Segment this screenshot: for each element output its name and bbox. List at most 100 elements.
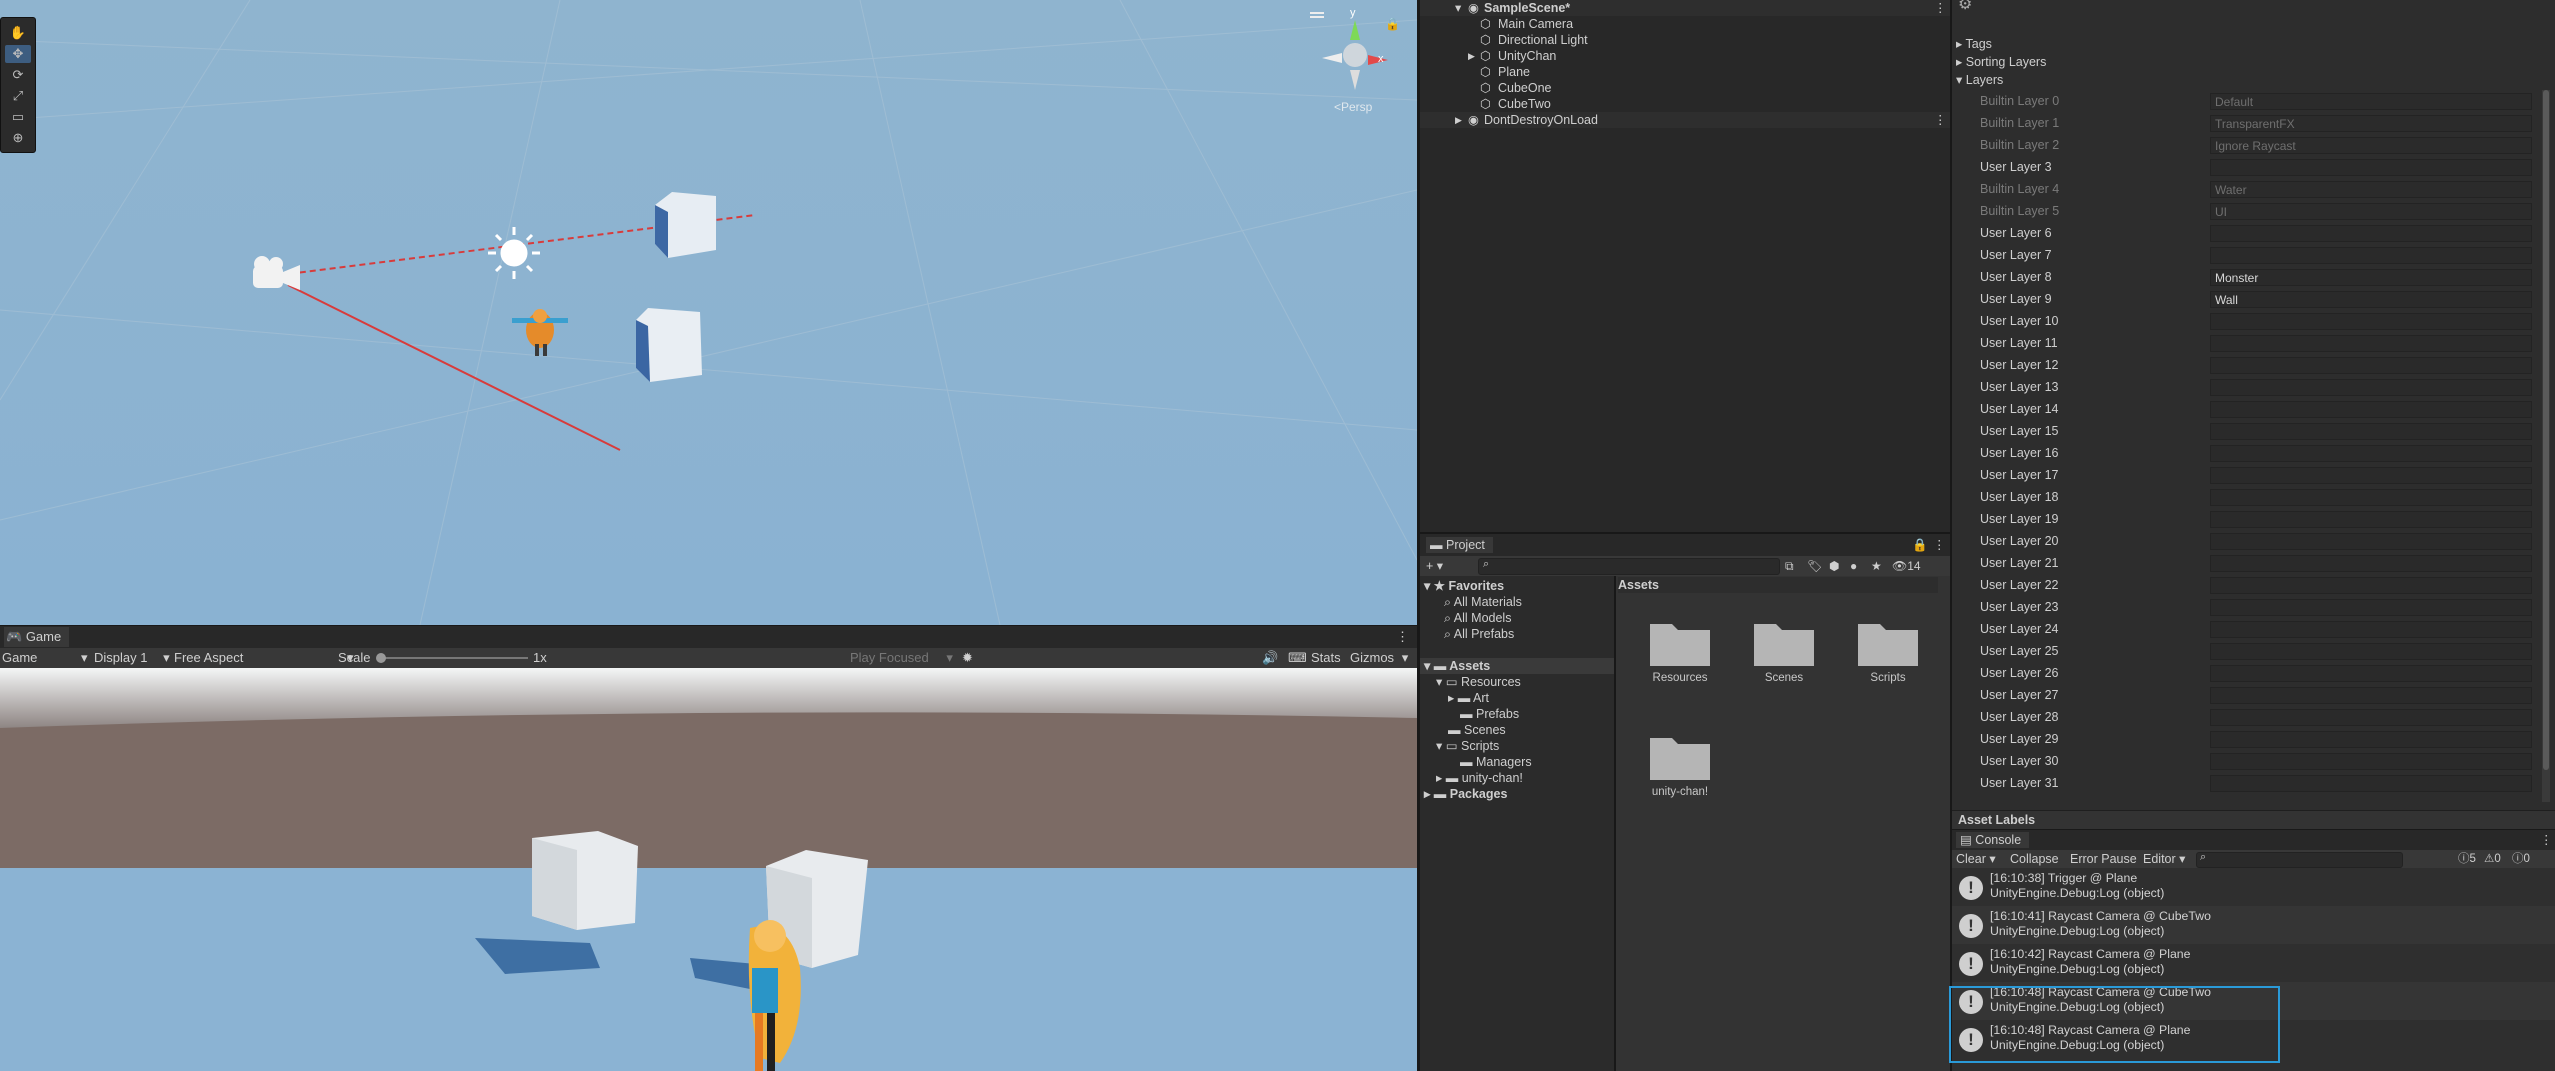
layer-name-field[interactable] (2210, 577, 2532, 594)
hand-tool-icon[interactable]: ✋ (5, 24, 31, 42)
tree-managers[interactable]: ▬ Managers (1460, 754, 1532, 770)
asset-folder-unitychan[interactable]: unity-chan! (1632, 730, 1728, 810)
layer-name-field[interactable] (2210, 467, 2532, 484)
layer-name-field[interactable]: Monster (2210, 269, 2532, 286)
favorite-star-icon[interactable]: ★ (1871, 558, 1882, 574)
layer-name-field[interactable] (2210, 423, 2532, 440)
dontdestroyonload-row[interactable]: ▶ ◉ DontDestroyOnLoad ⋮ (1420, 112, 1950, 128)
move-tool-icon[interactable]: ✥ (5, 45, 31, 63)
search-by-tag-icon[interactable]: ⬢ (1829, 558, 1839, 574)
aspect-dropdown[interactable]: Free Aspect ▾ (174, 648, 354, 668)
audio-mute-icon[interactable]: 🔊 (1262, 648, 1278, 668)
editor-dropdown[interactable]: Editor ▾ (2143, 851, 2185, 867)
inspector-scrollbar[interactable] (2542, 90, 2550, 802)
more-menu-icon[interactable]: ⋮ (2540, 832, 2553, 848)
tab-game[interactable]: 🎮 Game (4, 627, 70, 647)
layer-name-field[interactable] (2210, 489, 2532, 506)
tree-scenes[interactable]: ▬ Scenes (1448, 722, 1506, 738)
tab-project[interactable]: ▬ Project (1426, 537, 1493, 553)
projection-label[interactable]: <Persp (1334, 100, 1372, 114)
layers-foldout[interactable]: ▾ Layers (1956, 72, 2003, 88)
scene-view[interactable]: x y 🔒 ✋ ✥ ⟳ ⤢ ▭ ⊕ <Persp (0, 0, 1417, 625)
hierarchy-item-directional-light[interactable]: ⬡ Directional Light (1420, 32, 1950, 48)
layer-name-field[interactable] (2210, 665, 2532, 682)
layer-name-field[interactable] (2210, 555, 2532, 572)
console-log-entry[interactable]: ! [16:10:42] Raycast Camera @ Plane UnityE… (1952, 944, 2555, 982)
layer-name-field[interactable] (2210, 401, 2532, 418)
layer-name-field[interactable] (2210, 753, 2532, 770)
console-search-input[interactable]: ⌕ (2196, 851, 2403, 868)
expand-arrow-icon[interactable]: ▶ (1455, 112, 1462, 128)
game-viewport[interactable] (0, 668, 1417, 1071)
tree-assets[interactable]: ▾ ▬ Assets (1420, 658, 1614, 674)
hierarchy-item-cubeone[interactable]: ⬡ CubeOne (1420, 80, 1950, 96)
error-pause-toggle[interactable]: Error Pause (2070, 851, 2137, 867)
play-focused-dropdown[interactable]: Play Focused ▾ (850, 648, 953, 668)
keyboard-icon[interactable]: ⌨ (1288, 648, 1307, 668)
search-by-label-icon[interactable]: 🏷 (1807, 558, 1822, 574)
layer-name-field[interactable] (2210, 379, 2532, 396)
expand-arrow-icon[interactable]: ▶ (1468, 48, 1475, 64)
layer-name-field[interactable] (2210, 357, 2532, 374)
more-menu-icon[interactable]: ⋮ (1933, 537, 1946, 553)
layer-name-field[interactable]: Wall (2210, 291, 2532, 308)
log-count-toggle[interactable]: ⓘ5 (2458, 851, 2476, 867)
scene-row[interactable]: ▾ ◉ SampleScene* ⋮ (1420, 0, 1950, 16)
hierarchy-item-main-camera[interactable]: ⬡ Main Camera (1420, 16, 1950, 32)
scene-menu-icon[interactable]: ⋮ (1934, 0, 1947, 16)
info-icon[interactable]: ● (1850, 558, 1857, 574)
tree-packages[interactable]: ▸ ▬ Packages (1424, 786, 1507, 802)
expand-arrow-icon[interactable]: ▾ (1455, 0, 1461, 16)
console-log-entry[interactable]: ! [16:10:38] Trigger @ Plane UnityEngine.D… (1952, 868, 2555, 906)
asset-folder-scenes[interactable]: Scenes (1736, 616, 1832, 696)
layer-name-field[interactable] (2210, 533, 2532, 550)
tree-resources[interactable]: ▾ ▭ Resources (1436, 674, 1521, 690)
layer-name-field[interactable] (2210, 445, 2532, 462)
transform-tool-icon[interactable]: ⊕ (5, 129, 31, 147)
error-count-toggle[interactable]: ⓘ0 (2512, 851, 2530, 867)
layer-name-field[interactable] (2210, 775, 2532, 792)
layer-name-field[interactable] (2210, 731, 2532, 748)
console-log-entry[interactable]: ! [16:10:41] Raycast Camera @ CubeTwo Unit… (1952, 906, 2555, 944)
stats-button[interactable]: Stats (1311, 648, 1341, 668)
favorites-header[interactable]: ▾ ★ Favorites (1424, 578, 1504, 594)
display-dropdown[interactable]: Display 1 ▾ (94, 648, 170, 668)
layer-name-field[interactable] (2210, 225, 2532, 242)
debug-bug-icon[interactable]: ✹ (962, 648, 973, 668)
layer-name-field[interactable] (2210, 159, 2532, 176)
tab-console[interactable]: ▤ Console (1956, 832, 2030, 848)
warning-count-toggle[interactable]: ⚠0 (2484, 851, 2501, 867)
rotate-tool-icon[interactable]: ⟳ (5, 66, 31, 84)
layer-name-field[interactable] (2210, 599, 2532, 616)
tree-scripts[interactable]: ▾ ▭ Scripts (1436, 738, 1499, 754)
lock-icon[interactable]: 🔒 (1912, 537, 1928, 553)
scene-menu-icon[interactable]: ⋮ (1934, 112, 1947, 128)
gizmos-dropdown[interactable]: Gizmos ▾ (1350, 648, 1408, 668)
hierarchy-item-cubetwo[interactable]: ⬡ CubeTwo (1420, 96, 1950, 112)
project-search-input[interactable]: ⌕ (1478, 558, 1780, 575)
scale-tool-icon[interactable]: ⤢ (5, 87, 31, 105)
hidden-packages-toggle[interactable]: 👁14 (1892, 558, 1921, 574)
scale-slider[interactable] (378, 657, 528, 659)
layer-name-field[interactable] (2210, 709, 2532, 726)
favorite-all-prefabs[interactable]: ⌕ All Prefabs (1444, 626, 1514, 642)
tags-foldout[interactable]: ▸ Tags (1956, 36, 1992, 52)
layer-name-field[interactable] (2210, 621, 2532, 638)
search-by-type-icon[interactable]: ⧉ (1785, 558, 1794, 574)
asset-folder-scripts[interactable]: Scripts (1840, 616, 1936, 696)
tree-unitychan[interactable]: ▸ ▬ unity-chan! (1436, 770, 1523, 786)
layer-name-field[interactable] (2210, 247, 2532, 264)
hierarchy-item-unitychan[interactable]: ▶ ⬡ UnityChan (1420, 48, 1950, 64)
favorite-all-models[interactable]: ⌕ All Models (1444, 610, 1511, 626)
layer-name-field[interactable] (2210, 687, 2532, 704)
layer-name-field[interactable] (2210, 511, 2532, 528)
collapse-toggle[interactable]: Collapse (2010, 851, 2059, 867)
layer-name-field[interactable] (2210, 313, 2532, 330)
game-mode-dropdown[interactable]: Game ▾ (2, 648, 88, 668)
sorting-layers-foldout[interactable]: ▸ Sorting Layers (1956, 54, 2046, 70)
more-menu-icon[interactable]: ⋮ (1396, 627, 1409, 647)
clear-dropdown[interactable]: Clear ▾ (1956, 851, 1996, 867)
scale-slider-handle[interactable] (376, 653, 386, 663)
tree-prefabs[interactable]: ▬ Prefabs (1460, 706, 1519, 722)
rect-tool-icon[interactable]: ▭ (5, 108, 31, 126)
